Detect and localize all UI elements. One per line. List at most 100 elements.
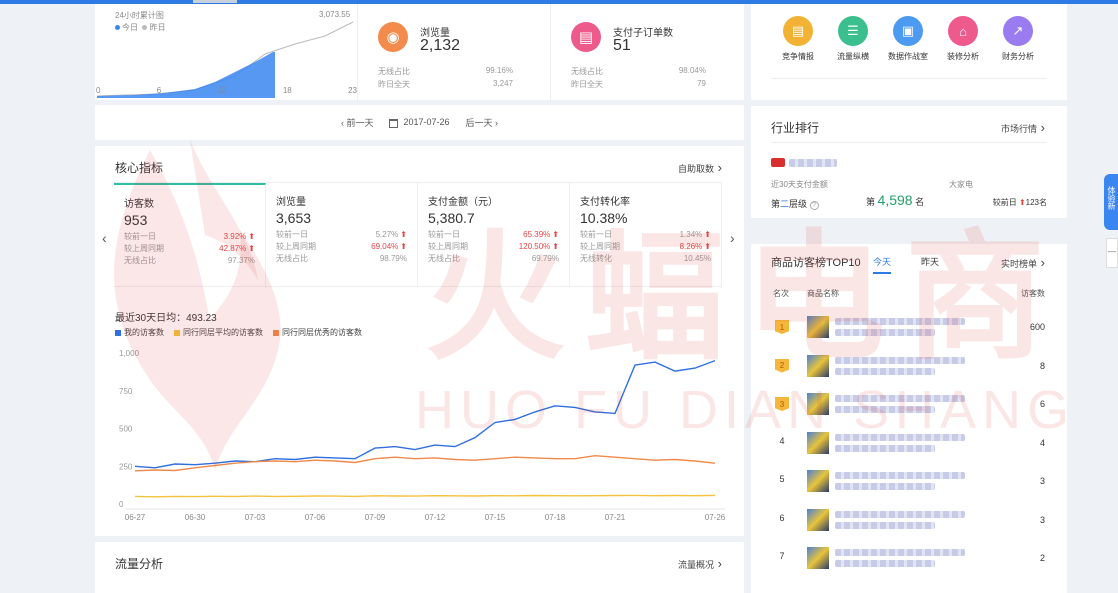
orders-yday-label: 昨日全天	[571, 80, 603, 89]
traffic-analysis-title: 流量分析	[115, 557, 164, 571]
visitor-count: 8	[1039, 360, 1045, 371]
date-picker[interactable]: 2017-07-26	[389, 117, 450, 128]
core-metrics-card: 核心指标 自助取数 ‹ › 访客数 953 较前一日 3.92% 较上周同期 42.…	[95, 146, 744, 536]
views-wireless-value: 99.16%	[485, 66, 513, 75]
orders-metric[interactable]: ▤ 支付子订单数 51 无线占比 98.04% 昨日全天 79	[550, 4, 744, 100]
product-name-blurred	[835, 406, 935, 413]
side-feedback-button[interactable]: 体验新	[1104, 174, 1118, 230]
row-label: 较上周同期	[124, 244, 164, 253]
tier-value: 二	[780, 199, 790, 209]
legend-label: 我的访客数	[124, 328, 164, 337]
top10-row[interactable]: 28	[751, 351, 1067, 385]
visitor-count: 4	[1039, 437, 1045, 448]
arrow-up-icon: ⬆	[1018, 198, 1026, 207]
tier-suffix: 层级	[789, 199, 808, 209]
legend-item[interactable]: 我的访客数	[115, 327, 164, 338]
legend-item[interactable]: 同行同层平均的访客数	[174, 327, 263, 338]
prev-day-button[interactable]: ‹ 前一天	[341, 116, 374, 129]
col-rank: 名次	[773, 289, 789, 298]
tab-value: 5,380.7	[428, 210, 475, 226]
help-icon[interactable]: ?	[809, 201, 819, 210]
series-line-2	[134, 454, 716, 472]
product-thumbnail	[807, 431, 829, 454]
visitor-count: 6	[1039, 399, 1045, 409]
mini-x-tick: 6	[156, 86, 162, 95]
trend-legend: 我的访客数 同行同层平均的访客数 同行同层优秀的访客数	[115, 327, 362, 338]
x-tick-label: 07-21	[605, 513, 626, 522]
tab-title: 浏览量	[276, 197, 306, 208]
top10-row[interactable]: 53	[751, 466, 1067, 500]
legend-swatch	[174, 329, 180, 336]
orders-yday-value: 79	[697, 79, 706, 88]
series-line-0	[134, 359, 716, 469]
side-close-button[interactable]: —	[1106, 238, 1118, 268]
legend-label: 同行同层优秀的访客数	[282, 328, 362, 337]
rank-prefix: 第	[866, 197, 876, 207]
row-value: 3.92%	[224, 231, 255, 243]
tab-title: 支付金额（元）	[428, 197, 498, 208]
rank-badge: 2	[775, 358, 789, 373]
realtime-list-link[interactable]: 实时榜单	[1001, 255, 1045, 270]
rank-badge: 4	[779, 435, 785, 446]
product-name-blurred	[835, 356, 965, 364]
col-count: 访客数	[1021, 289, 1045, 298]
top10-row[interactable]: 72	[751, 543, 1067, 577]
top10-row[interactable]: 63	[751, 505, 1067, 539]
date-navigation: ‹ 前一天 2017-07-26 后一天 ›	[95, 105, 744, 140]
legend-item[interactable]: 同行同层优秀的访客数	[273, 327, 362, 338]
current-date: 2017-07-26	[403, 117, 450, 128]
divider	[771, 142, 1047, 143]
row-label: 无线占比	[124, 256, 156, 265]
tab-payment-amount[interactable]: 支付金额（元） 5,380.7 较前一日65.39% 较上周同期120.50% …	[418, 183, 570, 288]
self-service-link[interactable]: 自助取数	[678, 160, 722, 175]
chevron-right-icon[interactable]: ›	[730, 230, 735, 246]
y-tick-label: 0	[119, 500, 124, 509]
visitor-count: 600	[1029, 322, 1045, 332]
views-value: 2,132	[420, 37, 461, 54]
tier-info: 第二层级 ?	[771, 197, 819, 210]
tool-competition[interactable]: ▤ 竞争情报	[773, 16, 823, 62]
rank-change: 较前日 ⬆123名	[993, 197, 1047, 208]
market-link[interactable]: 市场行情	[1001, 120, 1045, 135]
realtime-summary-card: 24小时累计图 今日 昨日 3,073.55 0 6 12 18 23 ◉ 浏览…	[95, 4, 744, 100]
col-name: 商品名称	[807, 289, 839, 298]
product-name-blurred	[835, 549, 965, 556]
row-value: 10.45%	[683, 254, 711, 263]
x-tick-label: 07-26	[705, 513, 726, 522]
tab-value: 953	[124, 212, 148, 228]
mini-x-tick: 12	[217, 86, 227, 95]
tool-war-room[interactable]: ▣ 数据作战室	[883, 16, 933, 62]
chevron-left-icon[interactable]: ‹	[102, 230, 107, 246]
row-label: 较上周同期	[580, 242, 620, 251]
eye-icon: ◉	[378, 22, 408, 52]
tool-label: 装修分析	[947, 52, 979, 61]
traffic-overview-link[interactable]: 流量概况	[678, 556, 722, 571]
top10-row[interactable]: 44	[751, 428, 1067, 462]
tool-finance[interactable]: ↗ 财务分析	[993, 16, 1043, 62]
tab-pageviews[interactable]: 浏览量 3,653 较前一日 5.27% 较上周同期 69.04% 无线占比 98.7…	[266, 183, 418, 288]
row-label: 较上周同期	[428, 242, 468, 251]
tab-title: 访客数	[124, 199, 154, 210]
tab-today[interactable]: 今天	[873, 255, 892, 274]
side-float-text: 体验新	[1107, 186, 1116, 210]
tab-conversion-rate[interactable]: 支付转化率 10.38% 较前一日 1.34% 较上周同期 8.26% 无线转化 10…	[570, 183, 722, 288]
tool-decoration[interactable]: ⌂ 装修分析	[938, 16, 988, 62]
tool-traffic[interactable]: ☰ 流量纵横	[828, 16, 878, 62]
views-yday-label: 昨日全天	[378, 80, 410, 89]
x-tick-label: 06-30	[185, 513, 206, 522]
visitor-trend-chart: 0 250 500 750 1,000 06-27 06-30 07-03 07-06 07-09…	[119, 349, 726, 522]
views-metric[interactable]: ◉ 浏览量 2,132 无线占比 99.16% 昨日全天 3,247	[357, 4, 550, 100]
core-metrics-title: 核心指标	[115, 161, 164, 175]
row-value: 98.79%	[379, 254, 407, 263]
views-wireless-label: 无线占比	[378, 67, 410, 76]
top10-row[interactable]: 36	[751, 389, 1067, 423]
next-day-button[interactable]: 后一天 ›	[466, 116, 499, 129]
visitor-count: 3	[1039, 476, 1045, 486]
tools-card: ▤ 竞争情报 ☰ 流量纵横 ▣ 数据作战室 ⌂ 装修分析 ↗ 财务分析	[751, 4, 1067, 100]
top10-row[interactable]: 1 600	[751, 312, 1067, 346]
tab-yesterday[interactable]: 昨天	[921, 255, 939, 268]
industry-name: 大家电	[949, 180, 973, 189]
mini-x-axis: 0 6 12 18 23	[95, 86, 357, 95]
tab-visitors[interactable]: 访客数 953 较前一日 3.92% 较上周同期 42.87% 无线占比 97.37%	[114, 183, 266, 288]
row-value: 69.04%	[371, 241, 407, 253]
